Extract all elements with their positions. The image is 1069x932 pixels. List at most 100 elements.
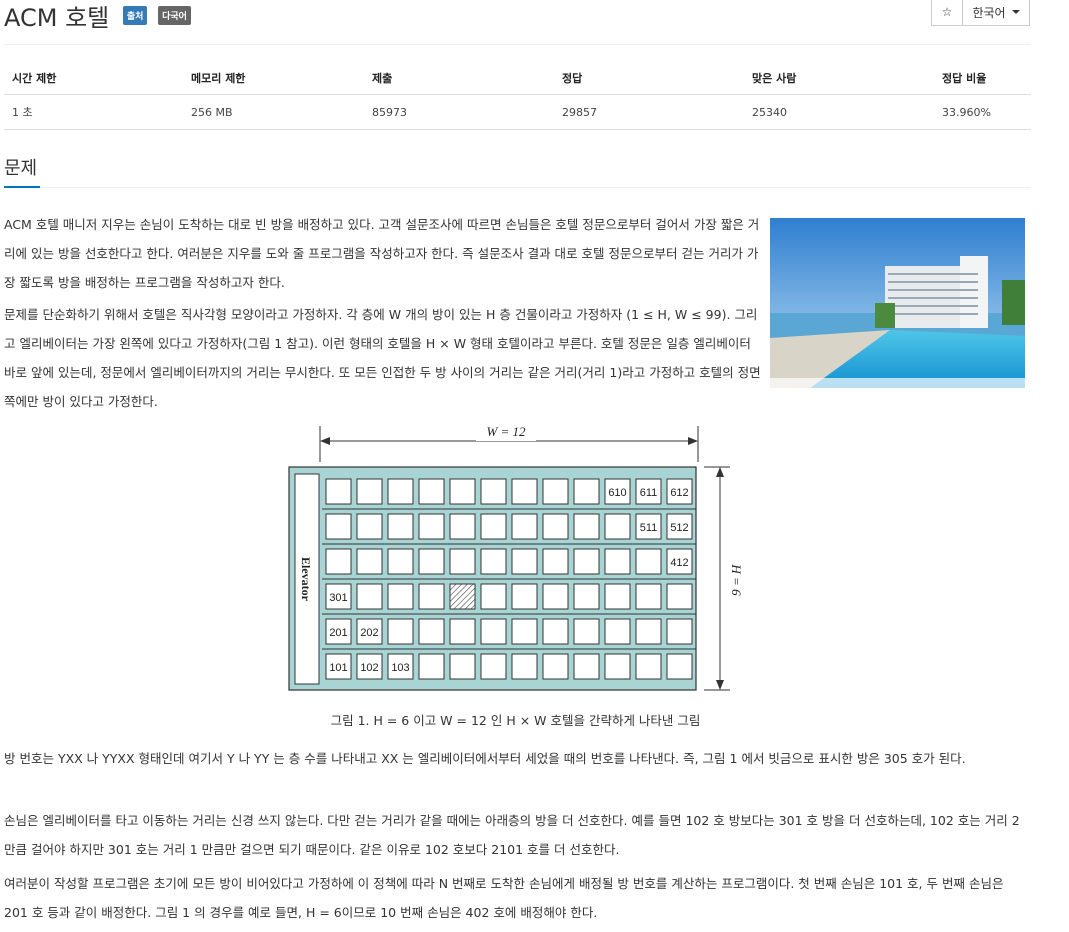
hotel-room	[387, 583, 414, 610]
problem-paragraph-4: 손님은 엘리베이터를 타고 이동하는 거리는 신경 쓰지 않는다. 다만 걷는 …	[4, 813, 1020, 857]
hotel-room	[573, 583, 600, 610]
multilang-badge[interactable]: 다국어	[158, 5, 191, 25]
caret-down-icon	[1011, 10, 1020, 14]
room-number: 301	[329, 592, 347, 604]
hotel-room	[573, 618, 600, 645]
room-number: 412	[670, 557, 688, 569]
hotel-room	[635, 618, 662, 645]
section-title: 문제	[4, 158, 38, 179]
hotel-photo-image	[770, 218, 1025, 388]
hotel-room	[387, 618, 414, 645]
hotel-room	[418, 513, 445, 540]
hatched-room	[449, 583, 476, 610]
hotel-room	[635, 583, 662, 610]
section-divider	[4, 187, 1031, 188]
h-arrow-head-bottom	[716, 680, 724, 690]
hotel-room	[480, 513, 507, 540]
h-arrow-head-top	[716, 467, 724, 477]
room-number: 102	[360, 662, 378, 674]
source-badge[interactable]: 출처	[122, 5, 148, 25]
hotel-room	[604, 583, 631, 610]
hotel-room	[573, 513, 600, 540]
hotel-room	[666, 583, 693, 610]
hotel-room	[418, 583, 445, 610]
hotel-room	[356, 583, 383, 610]
problem-paragraph-3: 방 번호는 YXX 나 YYXX 형태인데 여기서 Y 나 YY 는 층 수를 …	[4, 751, 966, 766]
language-label: 한국어	[972, 5, 1006, 20]
room-number: 202	[360, 627, 378, 639]
hotel-room	[604, 618, 631, 645]
elevator-label: Elevator	[299, 557, 313, 602]
hotel-room	[573, 548, 600, 575]
problem-paragraph-2: 문제를 단순화하기 위해서 호텔은 직사각형 모양이라고 가정하자. 각 층에 …	[4, 307, 761, 409]
room-number: 611	[640, 487, 658, 499]
hotel-photo	[770, 218, 1025, 388]
stats-header-row: 시간 제한 메모리 제한 제출 정답 맞은 사람 정답 비율	[4, 62, 1031, 95]
language-dropdown[interactable]: 한국어	[963, 0, 1030, 26]
problem-stats-table: 시간 제한 메모리 제한 제출 정답 맞은 사람 정답 비율 1 초 256 M…	[4, 62, 1031, 130]
stats-header-accepted: 정답	[554, 62, 744, 95]
hotel-room	[511, 653, 538, 680]
stats-solvers: 25340	[744, 94, 934, 130]
hotel-room	[480, 653, 507, 680]
room-number: 201	[329, 627, 347, 639]
hotel-room	[418, 548, 445, 575]
hotel-room	[542, 478, 569, 505]
top-buttons: ☆ 한국어	[931, 0, 1030, 26]
hotel-room	[573, 653, 600, 680]
hotel-room	[511, 618, 538, 645]
hotel-room	[666, 618, 693, 645]
hotel-room	[449, 478, 476, 505]
hotel-room	[480, 583, 507, 610]
problem-paragraph-5: 여러분이 작성할 프로그램은 초기에 모든 방이 비어있다고 가정하에 이 정책…	[4, 876, 1004, 920]
room-number: 101	[329, 662, 347, 674]
hotel-room	[387, 478, 414, 505]
hotel-room	[573, 478, 600, 505]
hotel-room	[542, 548, 569, 575]
hotel-room	[387, 513, 414, 540]
w-label: W = 12	[486, 424, 526, 439]
room-number: 512	[670, 522, 688, 534]
star-icon: ☆	[941, 5, 953, 19]
page-title: ACM 호텔 출처 다국어	[4, 0, 191, 33]
hotel-room	[604, 548, 631, 575]
hotel-room	[635, 548, 662, 575]
figure-caption: 그림 1. H = 6 이고 W = 12 인 H × W 호텔을 간략하게 나…	[330, 713, 701, 728]
hotel-room	[604, 653, 631, 680]
hotel-room	[449, 653, 476, 680]
problem-paragraph-1: ACM 호텔 매니저 지우는 손님이 도착하는 대로 빈 방을 배정하고 있다.…	[4, 217, 760, 290]
hotel-room	[511, 583, 538, 610]
header-divider	[4, 44, 1031, 45]
stats-header-time: 시간 제한	[4, 62, 183, 95]
hotel-room	[418, 653, 445, 680]
hotel-room	[480, 618, 507, 645]
hotel-room	[635, 653, 662, 680]
star-button[interactable]: ☆	[931, 0, 963, 26]
hotel-room	[511, 478, 538, 505]
h-label: H = 6	[729, 563, 744, 596]
problem-title: ACM 호텔	[4, 4, 110, 32]
w-arrow-head-left	[320, 437, 330, 445]
hotel-room	[356, 478, 383, 505]
room-number: 511	[640, 522, 658, 534]
hotel-room	[542, 653, 569, 680]
stats-value-row: 1 초 256 MB 85973 29857 25340 33.960%	[4, 94, 1031, 130]
stats-ratio: 33.960%	[934, 94, 1031, 130]
stats-time: 1 초	[4, 94, 183, 130]
room-number: 610	[608, 487, 626, 499]
stats-memory: 256 MB	[183, 94, 364, 130]
hotel-diagram-svg: W = 12 Elevator 610 611 612 511 512 412 301 201…	[288, 423, 744, 691]
hotel-room	[449, 548, 476, 575]
hotel-room	[418, 478, 445, 505]
stats-header-submit: 제출	[364, 62, 554, 95]
hotel-diagram: W = 12 Elevator 610 611 612 511 512 412 301 201…	[286, 420, 746, 704]
hotel-room	[511, 548, 538, 575]
stats-header-solvers: 맞은 사람	[744, 62, 934, 95]
hotel-room	[418, 618, 445, 645]
stats-header-ratio: 정답 비율	[934, 62, 1031, 95]
stats-accepted: 29857	[554, 94, 744, 130]
stats-header-memory: 메모리 제한	[183, 62, 364, 95]
hotel-room	[480, 478, 507, 505]
hotel-room	[542, 618, 569, 645]
hotel-room	[325, 513, 352, 540]
